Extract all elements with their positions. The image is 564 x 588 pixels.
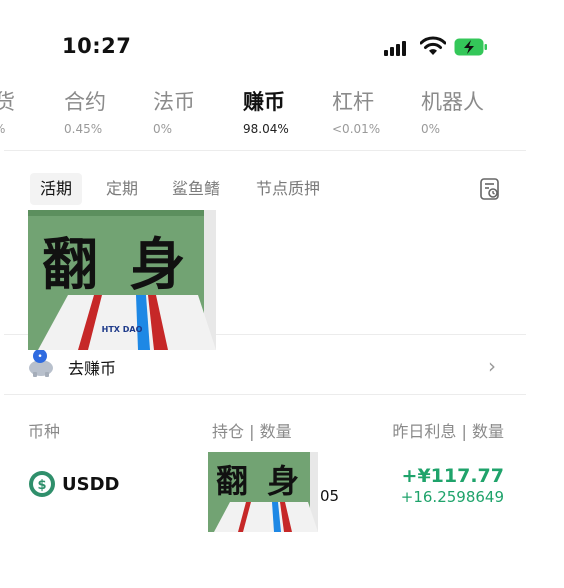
usdd-coin-icon: $ xyxy=(29,471,55,497)
piggy-bank-icon: • xyxy=(29,349,53,377)
signal-icon xyxy=(384,40,414,56)
market-tab-percent: 0.45% xyxy=(64,122,103,136)
status-time: 10:27 xyxy=(62,34,132,58)
promo-thumbnail: 翻 身 xyxy=(208,452,318,532)
holding-amount: 05 xyxy=(320,487,340,505)
coin-name: USDD xyxy=(62,474,120,495)
col-interest: 昨日利息 | 数量 xyxy=(392,422,504,441)
market-tab-label: 法币 xyxy=(153,90,195,114)
divider xyxy=(4,394,526,395)
interest-cny: +¥117.77 xyxy=(401,465,504,487)
market-tab-percent: 0% xyxy=(421,122,441,136)
svg-text:•: • xyxy=(37,352,42,362)
market-tab-bot[interactable]: 机器人 0% xyxy=(421,86,484,136)
banner-headline: 翻 身 xyxy=(42,232,192,298)
divider xyxy=(4,150,526,151)
market-tab-percent: % xyxy=(0,122,15,136)
wifi-icon xyxy=(420,36,446,55)
thumbnail-headline: 翻 身 xyxy=(216,462,304,500)
banner-logo-text: HTX DAO xyxy=(102,325,143,334)
subtab-flexible[interactable]: 活期 xyxy=(30,173,83,205)
subtab-node-staking[interactable]: 节点质押 xyxy=(246,173,330,205)
market-tab-percent: 98.04% xyxy=(243,122,289,136)
col-holding: 持仓 | 数量 xyxy=(212,422,292,441)
col-currency: 币种 xyxy=(28,422,61,441)
market-tab-earn[interactable]: 赚币 98.04% xyxy=(243,86,289,136)
svg-text:$: $ xyxy=(37,478,46,493)
market-tab-margin[interactable]: 杠杆 <0.01% xyxy=(332,86,380,136)
market-tab-label: 货 xyxy=(0,90,15,114)
promo-image: HTX DAO 翻 身 xyxy=(28,210,216,350)
market-tab-spot[interactable]: 货 % xyxy=(0,86,15,136)
market-tab-label: 赚币 xyxy=(243,90,285,114)
market-tab-label: 合约 xyxy=(64,90,106,114)
market-tab-fiat[interactable]: 法币 0% xyxy=(153,86,195,136)
market-tab-label: 机器人 xyxy=(421,90,484,114)
subtab-shark-fin[interactable]: 鲨鱼鳍 xyxy=(162,173,230,205)
battery-charging-icon xyxy=(454,38,487,56)
history-icon[interactable] xyxy=(478,177,502,201)
market-tab-label: 杠杆 xyxy=(332,90,374,114)
chevron-right-icon: › xyxy=(488,354,496,378)
market-tab-futures[interactable]: 合约 0.45% xyxy=(64,86,106,136)
interest-quantity: +16.2598649 xyxy=(400,488,504,506)
market-tab-percent: <0.01% xyxy=(332,122,381,136)
subtab-fixed[interactable]: 定期 xyxy=(96,173,148,205)
market-tab-percent: 0% xyxy=(153,122,173,136)
go-earn-label: 去赚币 xyxy=(68,359,117,378)
